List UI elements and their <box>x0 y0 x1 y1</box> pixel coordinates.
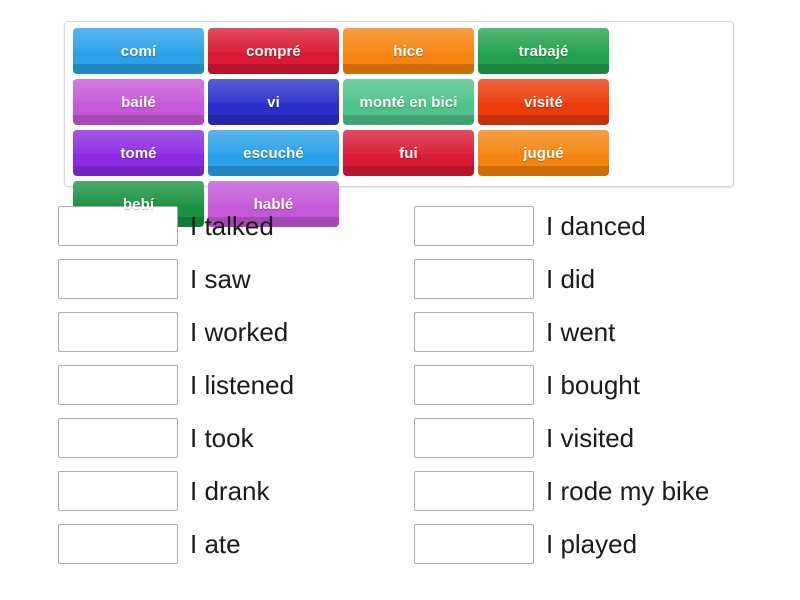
answer-prompt-label: I played <box>546 528 638 559</box>
match-up-activity: comí compré hice trabajé bailé vi monté … <box>0 0 800 600</box>
word-tile-label: bebí <box>122 195 155 213</box>
word-tile-label: hice <box>393 42 424 60</box>
answer-area: I talked I saw I worked I listened I too… <box>0 200 800 571</box>
word-tile[interactable]: escuché <box>208 130 339 176</box>
answer-drop-slot[interactable] <box>414 259 534 299</box>
answer-drop-slot[interactable] <box>58 524 178 564</box>
word-tile[interactable]: bailé <box>73 79 204 125</box>
answer-prompt-label: I bought <box>546 369 640 400</box>
word-tile-label: vi <box>267 93 280 111</box>
word-tile[interactable]: visité <box>478 79 609 125</box>
answer-prompt-label: I ate <box>190 528 241 559</box>
answer-drop-slot[interactable] <box>58 471 178 511</box>
word-tile-label: jugué <box>523 144 564 162</box>
word-tile[interactable]: hice <box>343 28 474 74</box>
answer-drop-slot[interactable] <box>58 206 178 246</box>
answer-prompt-label: I talked <box>190 210 274 241</box>
word-tile[interactable]: fui <box>343 130 474 176</box>
answer-drop-slot[interactable] <box>58 259 178 299</box>
answer-drop-slot[interactable] <box>414 524 534 564</box>
answer-row: I ate <box>58 518 400 570</box>
answer-prompt-label: I saw <box>190 263 251 294</box>
word-tile[interactable]: jugué <box>478 130 609 176</box>
answer-prompt-label: I rode my bike <box>546 475 710 506</box>
answer-row: I visited <box>414 412 800 464</box>
answer-row: I talked <box>58 200 400 252</box>
word-tile[interactable]: comí <box>73 28 204 74</box>
answer-row: I danced <box>414 200 800 252</box>
word-tile[interactable]: monté en bici <box>343 79 474 125</box>
word-tile[interactable]: tomé <box>73 130 204 176</box>
answer-drop-slot[interactable] <box>58 365 178 405</box>
answer-drop-slot[interactable] <box>414 471 534 511</box>
answer-row: I went <box>414 306 800 358</box>
answer-prompt-label: I visited <box>546 422 635 453</box>
word-tile-label: monté en bici <box>359 93 458 111</box>
answer-row: I drank <box>58 465 400 517</box>
answer-drop-slot[interactable] <box>414 365 534 405</box>
answer-row: I worked <box>58 306 400 358</box>
answer-column-right: I danced I did I went I bought I visited… <box>400 200 800 571</box>
answer-drop-slot[interactable] <box>58 312 178 352</box>
answer-row: I did <box>414 253 800 305</box>
answer-row: I bought <box>414 359 800 411</box>
word-tile-label: visité <box>524 93 563 111</box>
answer-row: I took <box>58 412 400 464</box>
answer-column-left: I talked I saw I worked I listened I too… <box>0 200 400 571</box>
answer-row: I rode my bike <box>414 465 800 517</box>
answer-drop-slot[interactable] <box>414 418 534 458</box>
word-bank-panel: comí compré hice trabajé bailé vi monté … <box>64 21 734 227</box>
answer-row: I listened <box>58 359 400 411</box>
word-tile[interactable]: compré <box>208 28 339 74</box>
word-tile-label: hablé <box>253 195 294 213</box>
answer-drop-slot[interactable] <box>414 312 534 352</box>
word-tile-label: escuché <box>243 144 304 162</box>
answer-prompt-label: I danced <box>546 210 646 241</box>
answer-drop-slot[interactable] <box>414 206 534 246</box>
answer-prompt-label: I did <box>546 263 596 294</box>
word-tile[interactable]: trabajé <box>478 28 609 74</box>
answer-prompt-label: I went <box>546 316 616 347</box>
word-tile-label: bailé <box>121 93 156 111</box>
answer-prompt-label: I took <box>190 422 254 453</box>
word-tile-label: tomé <box>120 144 157 162</box>
word-tile-label: trabajé <box>518 42 569 60</box>
answer-prompt-label: I worked <box>190 316 289 347</box>
answer-row: I played <box>414 518 800 570</box>
word-tile[interactable]: vi <box>208 79 339 125</box>
answer-row: I saw <box>58 253 400 305</box>
answer-drop-slot[interactable] <box>58 418 178 458</box>
answer-prompt-label: I listened <box>190 369 295 400</box>
word-tile-label: compré <box>246 42 301 60</box>
word-tile-label: fui <box>399 144 418 162</box>
word-tile-label: comí <box>120 42 157 60</box>
answer-prompt-label: I drank <box>190 475 270 506</box>
